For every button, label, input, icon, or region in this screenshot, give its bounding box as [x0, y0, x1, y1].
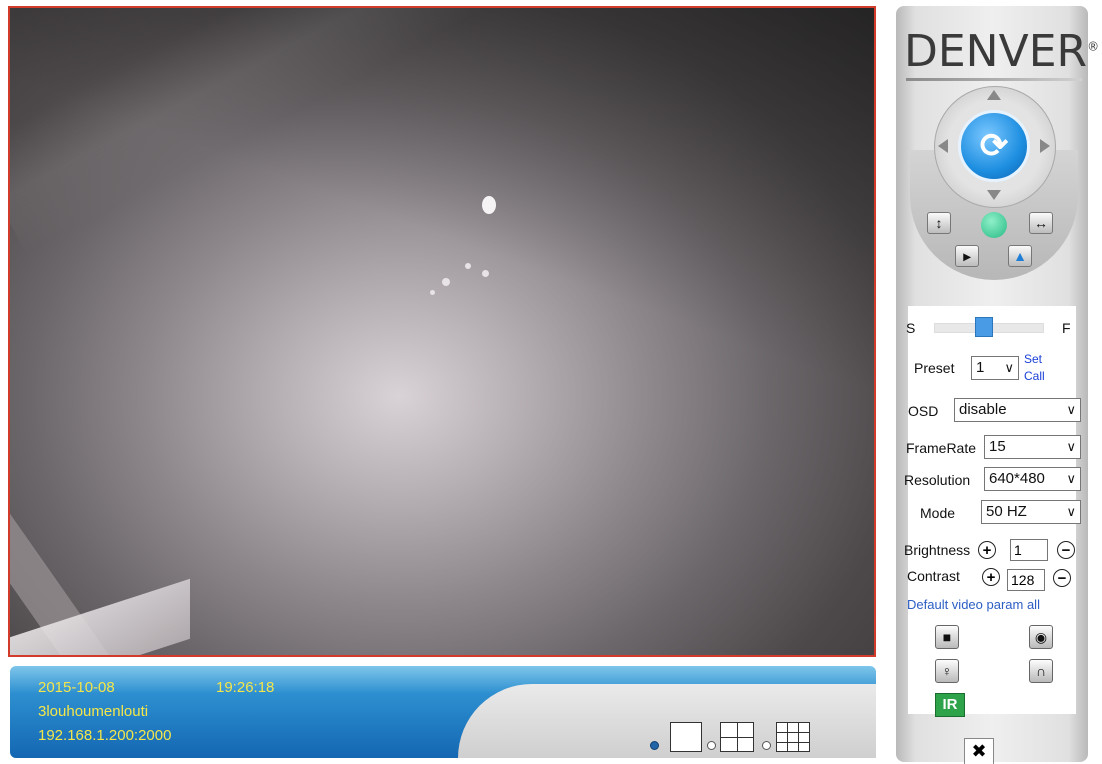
- nine-view-icon[interactable]: [776, 722, 810, 752]
- brightness-increase-button[interactable]: +: [978, 541, 996, 559]
- contrast-value-field[interactable]: 128: [1007, 569, 1045, 591]
- mode-label: Mode: [920, 505, 956, 521]
- up-arrow-icon[interactable]: [987, 90, 1001, 100]
- snapshot-icon[interactable]: ◉: [1029, 625, 1053, 649]
- chevron-down-icon: ∨: [1066, 439, 1076, 454]
- video-spot: [430, 290, 435, 295]
- contrast-increase-button[interactable]: +: [982, 568, 1000, 586]
- framerate-value: 15: [989, 438, 1006, 455]
- layout-radio[interactable]: [650, 741, 659, 750]
- play-right-icon[interactable]: ▸: [955, 245, 979, 267]
- horizontal-flip-icon[interactable]: ↔: [1029, 212, 1053, 234]
- mode-value: 50 HZ: [986, 503, 1027, 520]
- vertical-flip-icon[interactable]: ↕: [927, 212, 951, 234]
- ir-toggle-button[interactable]: IR: [935, 693, 965, 717]
- resolution-label: Resolution: [904, 472, 971, 488]
- preset-label: Preset: [914, 360, 955, 376]
- right-arrow-icon[interactable]: [1040, 139, 1050, 153]
- framerate-label: FrameRate: [906, 440, 977, 456]
- resolution-value: 640*480: [989, 470, 1045, 487]
- brightness-decrease-button[interactable]: −: [1057, 541, 1075, 559]
- device-address: 192.168.1.200:2000: [38, 727, 172, 744]
- chevron-down-icon: ∨: [1066, 468, 1076, 490]
- logo-underline: [906, 78, 1082, 81]
- preset-set-link[interactable]: Set: [1024, 352, 1042, 366]
- video-spot: [442, 278, 450, 286]
- layout-radio[interactable]: [707, 741, 716, 750]
- preset-value: 1: [976, 359, 985, 376]
- video-spot: [482, 196, 496, 214]
- video-view[interactable]: [8, 6, 876, 657]
- speed-slow-label: S: [906, 320, 916, 336]
- osd-select[interactable]: disable ∨: [954, 398, 1081, 422]
- layout-bar-background: [458, 684, 876, 758]
- chevron-down-icon: ∨: [1004, 360, 1014, 375]
- contrast-decrease-button[interactable]: −: [1053, 569, 1071, 587]
- left-arrow-icon[interactable]: [938, 139, 948, 153]
- talk-icon[interactable]: ♀: [935, 659, 959, 683]
- layout-radio[interactable]: [762, 741, 771, 750]
- single-view-icon[interactable]: [670, 722, 702, 752]
- mirror-icon[interactable]: ▲: [1008, 245, 1032, 267]
- date-text: 2015-10-08: [38, 679, 115, 696]
- tools-icon[interactable]: ✖: [964, 738, 994, 764]
- speed-fast-label: F: [1062, 320, 1071, 336]
- time-text: 19:26:18: [216, 679, 275, 696]
- brand-logo: DENVER®: [904, 26, 1099, 77]
- chevron-down-icon: ∨: [1066, 504, 1076, 519]
- contrast-label: Contrast: [907, 568, 960, 584]
- logo-text: DENVER: [904, 26, 1088, 77]
- resolution-select[interactable]: 640*480 ∨: [984, 467, 1081, 491]
- preset-select[interactable]: 1 ∨: [971, 356, 1019, 380]
- down-arrow-icon[interactable]: [987, 190, 1001, 200]
- listen-icon[interactable]: ∩: [1029, 659, 1053, 683]
- mode-select[interactable]: 50 HZ ∨: [981, 500, 1081, 524]
- record-icon[interactable]: ■: [935, 625, 959, 649]
- framerate-select[interactable]: 15 ∨: [984, 435, 1081, 459]
- video-spot: [482, 270, 489, 277]
- registered-mark: ®: [1087, 39, 1100, 54]
- video-spot: [465, 263, 471, 269]
- osd-value: disable: [959, 401, 1007, 418]
- status-dot: [981, 212, 1007, 238]
- osd-label: OSD: [908, 403, 939, 419]
- refresh-icon[interactable]: ⟳: [958, 110, 1030, 182]
- brightness-value-field[interactable]: 1: [1010, 539, 1048, 561]
- quad-view-icon[interactable]: [720, 722, 754, 752]
- chevron-down-icon: ∨: [1066, 402, 1076, 417]
- default-video-params-link[interactable]: Default video param all: [907, 597, 1040, 612]
- speed-slider-thumb[interactable]: [975, 317, 994, 337]
- preset-call-link[interactable]: Call: [1024, 369, 1045, 383]
- device-name: 3louhoumenlouti: [38, 703, 149, 720]
- brightness-label: Brightness: [904, 542, 971, 558]
